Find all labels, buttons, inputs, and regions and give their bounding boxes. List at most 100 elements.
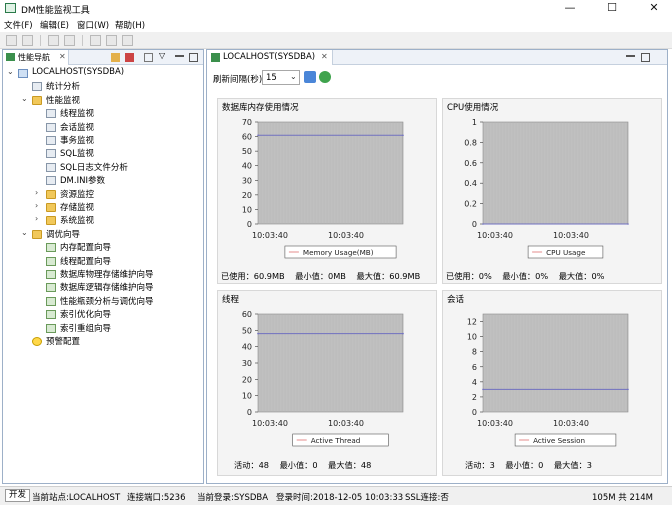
ini-icon — [46, 176, 56, 186]
data-point — [257, 332, 259, 335]
y-tick-label: 0.8 — [464, 138, 477, 147]
memory-used: 已使用：60.9MB — [221, 271, 285, 281]
y-tick-label: 0 — [247, 408, 252, 417]
menu-bar: 文件(F) 编辑(E) 窗口(W) 帮助(H) — [0, 17, 672, 32]
main-toolbar — [0, 32, 672, 49]
cut-icon[interactable] — [90, 35, 101, 46]
folder-icon — [46, 216, 56, 226]
chart-footer: 已使用：0% 最小值：0% 最大值：0% — [446, 270, 612, 282]
paste-icon[interactable] — [122, 35, 133, 46]
print-icon[interactable] — [48, 35, 59, 46]
tab-performance-nav[interactable]: 性能导航 ✕ — [3, 50, 69, 65]
close-tab-icon[interactable]: ✕ — [321, 52, 328, 61]
transaction-icon — [46, 136, 56, 145]
close-tab-icon[interactable]: ✕ — [59, 52, 66, 61]
legend-label: CPU Usage — [546, 248, 586, 257]
expand-down-icon[interactable]: ⌄ — [21, 228, 28, 237]
tree-item-label: 事务监视 — [60, 136, 95, 146]
connect-icon[interactable] — [111, 53, 120, 62]
view-menu-icon[interactable]: ▽ — [159, 51, 168, 60]
folder-icon — [32, 229, 42, 239]
y-tick-label: 30 — [242, 176, 252, 185]
expand-right-icon[interactable]: › — [35, 188, 38, 197]
refresh-icon[interactable] — [304, 71, 316, 83]
y-tick-label: 0 — [247, 220, 252, 229]
status-login-time: 登录时间:2018-12-05 10:03:33 — [276, 493, 404, 503]
tab-localhost[interactable]: LOCALHOST(SYSDBA) ✕ — [207, 50, 333, 65]
wizard-icon — [46, 296, 56, 306]
expand-down-icon[interactable]: ⌄ — [7, 67, 14, 76]
tree-item-label: 会话监视 — [60, 122, 95, 133]
expand-down-icon[interactable]: ⌄ — [21, 94, 28, 103]
memory-max: 最大值：60.9MB — [356, 271, 421, 281]
close-button[interactable]: ✕ — [640, 0, 668, 17]
minimize-view-icon[interactable] — [626, 55, 635, 57]
x-tick-label: 10:03:40 — [328, 231, 364, 240]
status-port: 连接端口:5236 — [127, 493, 186, 503]
refresh-row: 刷新间隔(秒) 15 ⌄ — [207, 66, 667, 88]
x-tick-label: 10:03:40 — [252, 231, 288, 240]
tree-item-label: 线程配置向导 — [60, 256, 112, 267]
tab-label: 性能导航 — [18, 53, 50, 62]
x-tick-label: 10:03:40 — [553, 419, 589, 428]
menu-edit[interactable]: 编辑(E) — [40, 19, 69, 31]
data-point — [482, 388, 484, 391]
monitor-icon — [211, 53, 220, 62]
menu-file[interactable]: 文件(F) — [4, 19, 33, 31]
minimize-view-icon[interactable] — [175, 55, 184, 57]
session-icon — [46, 122, 56, 132]
session-active: 活动：3 — [465, 460, 495, 470]
tree-item-label: 预警配置 — [46, 337, 81, 347]
tree-item-label: 线程监视 — [60, 109, 95, 120]
settings-icon[interactable] — [319, 71, 331, 83]
maximize-button[interactable]: ☐ — [598, 0, 626, 17]
expand-right-icon[interactable]: › — [35, 201, 38, 210]
open-button[interactable]: 开发 — [5, 489, 31, 502]
chevron-down-icon: ⌄ — [290, 72, 297, 81]
y-tick-label: 8 — [472, 348, 477, 357]
status-ssl: SSL连接:否 — [405, 493, 449, 503]
session-min: 最小值：0 — [505, 460, 544, 470]
disconnect-icon[interactable] — [125, 53, 134, 62]
toolbar-separator — [82, 35, 83, 46]
tree-item-label: 索引优化向导 — [60, 310, 112, 321]
y-tick-label: 2 — [472, 393, 477, 402]
data-point — [627, 388, 629, 391]
maximize-view-icon[interactable] — [641, 53, 650, 62]
folder-icon — [32, 95, 42, 105]
tree-item-label: 索引重组向导 — [60, 323, 112, 334]
new-icon[interactable] — [6, 35, 17, 46]
status-site: 当前站点:LOCALHOST — [32, 493, 121, 503]
nav-tab-bar: 性能导航 ✕ ▽ — [3, 50, 203, 65]
undo-icon[interactable] — [64, 35, 75, 46]
save-icon[interactable] — [22, 35, 33, 46]
chart-footer: 活动：48 最小值：0 最大值：48 — [234, 459, 379, 471]
tree-item-label: 统计分析 — [46, 82, 81, 93]
tree-item-label: 内存配置向导 — [60, 243, 112, 254]
tree-item-label: LOCALHOST(SYSDBA) — [32, 67, 125, 77]
menu-help[interactable]: 帮助(H) — [115, 19, 145, 31]
thread-chart-panel: 线程 0 10 20 30 40 50 60 10:03:40 10:03:40 Active T… — [217, 290, 437, 476]
status-login: 当前登录:SYSDBA — [197, 493, 269, 503]
data-point — [402, 332, 404, 335]
wizard-icon — [46, 256, 56, 266]
maximize-view-icon[interactable] — [189, 53, 198, 62]
collapse-all-icon[interactable] — [144, 53, 153, 62]
menu-window[interactable]: 窗口(W) — [77, 19, 109, 31]
expand-right-icon[interactable]: › — [35, 214, 38, 223]
stats-icon — [32, 82, 42, 92]
wizard-icon — [46, 270, 56, 279]
cpu-chart: 0 0.2 0.4 0.6 0.8 1 10:03:40 10:03:40 CPU Usage — [464, 118, 629, 259]
cpu-max: 最大值：0% — [558, 271, 605, 281]
minimize-button[interactable]: — — [556, 0, 584, 17]
thread-min: 最小值：0 — [279, 460, 318, 470]
chart-footer: 已使用：60.9MB 最小值：0MB 最大值：60.9MB — [221, 270, 428, 282]
navigation-panel: 性能导航 ✕ ▽ ⌄ LOCALHOST(SYSDBA) 统计分析 ⌄ 性能监视 线程监视… — [2, 49, 204, 484]
folder-icon — [46, 189, 56, 199]
y-tick-label: 0.6 — [464, 159, 477, 168]
refresh-interval-select[interactable]: 15 ⌄ — [262, 70, 300, 85]
tree-item-label: SQL日志文件分析 — [60, 162, 128, 173]
tree-item-label: SQL监视 — [60, 149, 94, 160]
copy-icon[interactable] — [106, 35, 117, 46]
tree-item-label: DM.INI参数 — [60, 176, 105, 187]
